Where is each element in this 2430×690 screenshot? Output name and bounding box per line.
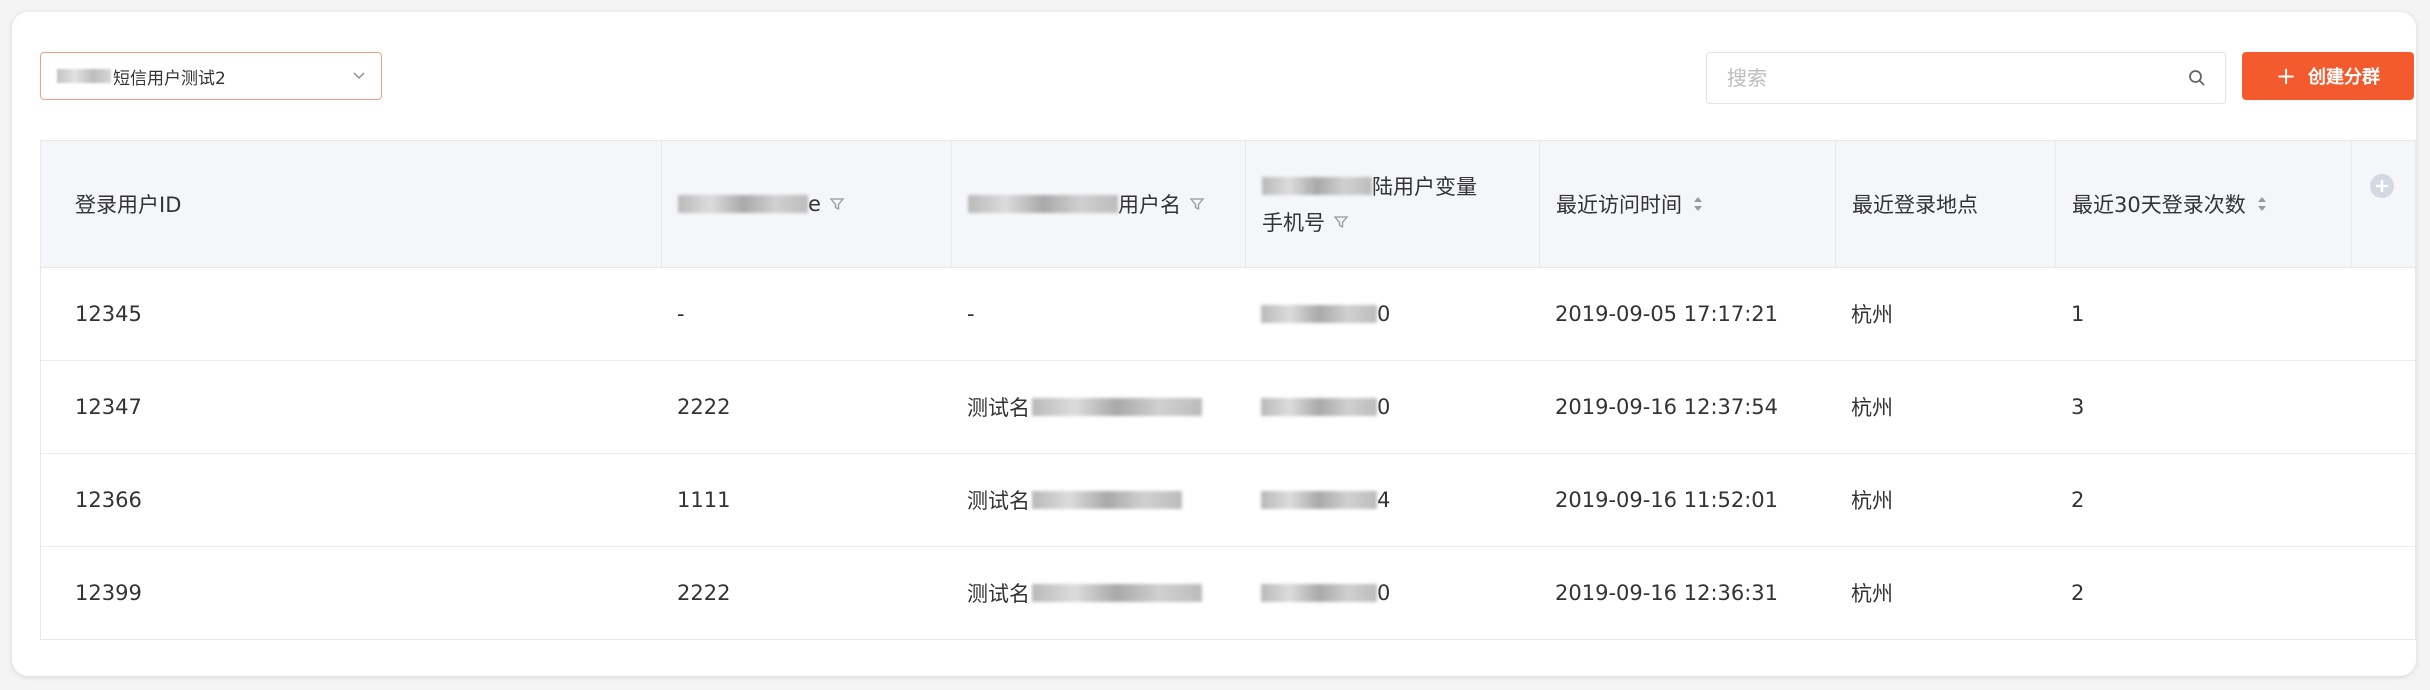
add-column-icon[interactable] [2369,173,2395,199]
create-segment-label: 创建分群 [2308,67,2381,88]
column-header-login-count[interactable]: 最近30天登录次数 [2055,141,2351,267]
cell-col2: 2222 [677,581,731,605]
table-header: 登录用户ID e 用户名 陆用户变量 手机号 最近访问时间 最近登录地点 最近3… [41,141,2415,268]
cell-last-visit: 2019-09-16 12:37:54 [1555,395,1779,419]
cell-username: - [967,302,975,326]
redacted-text [968,195,1118,213]
cell-col2: 1111 [677,488,731,512]
table-row[interactable]: 12345 - - 0 2019-09-05 17:17:21 杭州 1 [41,268,2415,361]
cell-login-count: 2 [2071,581,2085,605]
cell-col2: 2222 [677,395,731,419]
sort-icon[interactable] [2256,195,2268,213]
search-input[interactable] [1725,65,2187,91]
plus-icon: + [2275,62,2297,90]
column-header-login-user-id: 登录用户ID [75,193,182,217]
users-table: 登录用户ID e 用户名 陆用户变量 手机号 最近访问时间 最近登录地点 最近3… [40,140,2416,640]
column-header-add [2351,141,2415,267]
cell-location: 杭州 [1851,489,1893,513]
cell-username: 测试名 [967,454,1182,546]
cell-last-visit: 2019-09-05 17:17:21 [1555,302,1779,326]
redacted-text [1261,305,1377,323]
cell-phone: 0 [1261,547,1390,639]
redacted-text [1262,177,1372,195]
redacted-text [57,69,111,83]
column-header-phone: 陆用户变量 手机号 [1245,141,1539,267]
filter-icon[interactable] [1189,196,1205,212]
segment-select[interactable]: 短信用户测试2 [40,52,382,100]
cell-user-id: 12366 [75,488,142,512]
cell-user-id: 12347 [75,395,142,419]
cell-user-id: 12345 [75,302,142,326]
search-icon[interactable] [2187,68,2207,88]
table-row[interactable]: 12347 2222 测试名 0 2019-09-16 12:37:54 杭州 … [41,361,2415,454]
cell-login-count: 2 [2071,488,2085,512]
cell-col2: - [677,302,685,326]
cell-user-id: 12399 [75,581,142,605]
create-segment-button[interactable]: + 创建分群 [2242,52,2414,100]
search-box[interactable] [1706,52,2226,104]
column-header-2: e [661,141,951,267]
cell-phone: 0 [1261,361,1390,453]
redacted-text [1032,584,1202,602]
cell-last-visit: 2019-09-16 11:52:01 [1555,488,1779,512]
segment-panel: 短信用户测试2 + 创建分群 登录用户ID e [12,12,2416,676]
table-row[interactable]: 12366 1111 测试名 4 2019-09-16 11:52:01 杭州 … [41,454,2415,547]
redacted-text [1261,491,1377,509]
cell-login-count: 1 [2071,302,2085,326]
cell-login-count: 3 [2071,395,2085,419]
redacted-text [678,195,808,213]
table-row[interactable]: 12399 2222 测试名 0 2019-09-16 12:36:31 杭州 … [41,547,2415,639]
redacted-text [1261,398,1377,416]
cell-last-visit: 2019-09-16 12:36:31 [1555,581,1779,605]
cell-username: 测试名 [967,547,1202,639]
redacted-text [1032,398,1202,416]
segment-select-value: 短信用户测试2 [113,68,226,89]
cell-location: 杭州 [1851,396,1893,420]
column-header-last-visit[interactable]: 最近访问时间 [1539,141,1835,267]
column-header-username: 用户名 [951,141,1245,267]
column-header-last-location: 最近登录地点 [1835,141,2055,267]
redacted-text [1261,584,1377,602]
filter-icon[interactable] [1333,214,1349,230]
redacted-text [1032,491,1182,509]
cell-username: 测试名 [967,361,1202,453]
cell-location: 杭州 [1851,582,1893,606]
chevron-down-icon [353,72,365,80]
sort-icon[interactable] [1692,195,1704,213]
filter-icon[interactable] [829,196,845,212]
cell-phone: 4 [1261,454,1390,546]
cell-location: 杭州 [1851,303,1893,327]
cell-phone: 0 [1261,268,1390,360]
